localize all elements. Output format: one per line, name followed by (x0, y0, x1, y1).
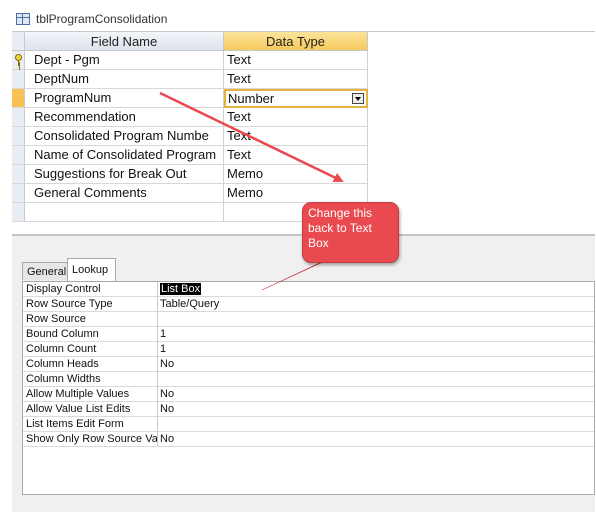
annotation-callout: Change this back to Text Box (302, 202, 399, 263)
annotation-arrows (159, 91, 346, 291)
arrow-to-datatype (159, 91, 344, 183)
